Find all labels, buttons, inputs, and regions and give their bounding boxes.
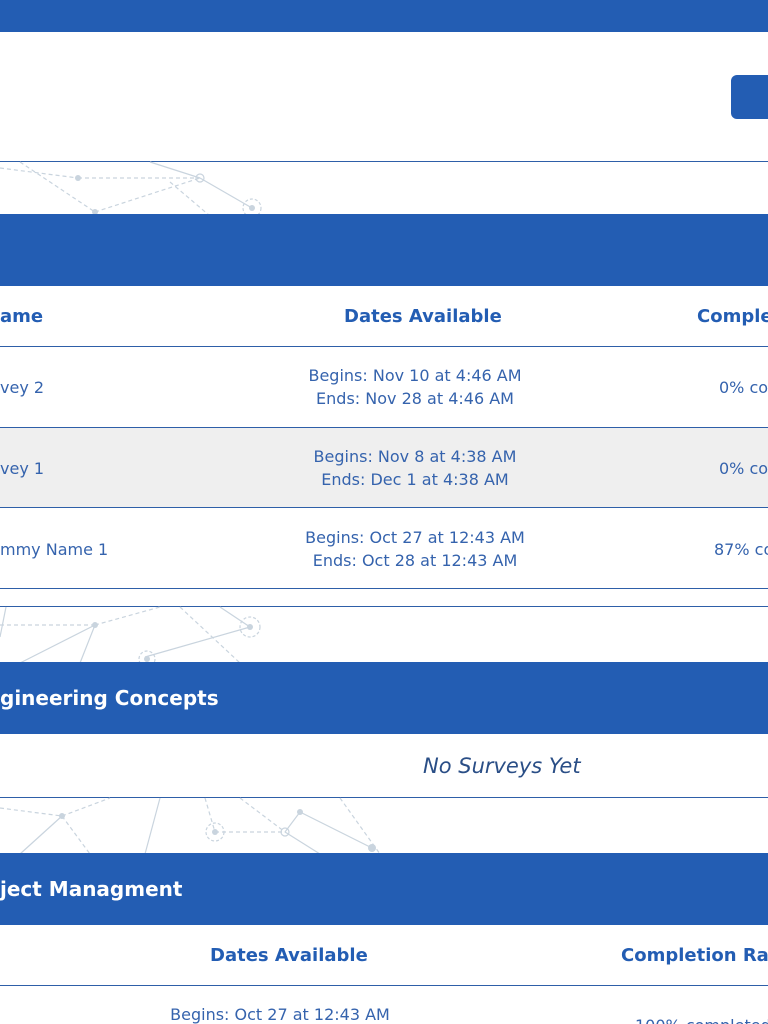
completion-rate: 0% co xyxy=(719,459,768,478)
dates-available: Begins: Oct 27 at 12:43 AM xyxy=(155,1003,405,1024)
completion-rate: 87% co xyxy=(714,540,768,559)
ends-date: Ends: Nov 28 at 4:46 AM xyxy=(316,389,514,408)
table-header-row: ame Dates Available Comple xyxy=(0,286,768,346)
section-title: gineering Concepts xyxy=(0,686,219,710)
network-decoration xyxy=(0,797,381,855)
column-header-dates[interactable]: Dates Available xyxy=(210,945,368,966)
empty-state-row: No Surveys Yet xyxy=(0,734,768,797)
completion-rate: 100% completed xyxy=(635,1016,768,1024)
dates-available: Begins: Oct 27 at 12:43 AM Ends: Oct 28 … xyxy=(290,526,540,572)
section-header-3: ject Managment xyxy=(0,853,768,925)
section-title: ject Managment xyxy=(0,877,183,901)
table-header-row: Dates Available Completion Rat xyxy=(0,925,768,985)
completion-rate: 0% co xyxy=(719,378,768,397)
survey-name[interactable]: mmy Name 1 xyxy=(0,540,108,559)
survey-name[interactable]: vey 2 xyxy=(0,378,44,397)
top-nav-bar xyxy=(0,0,768,32)
begins-date: Begins: Oct 27 at 12:43 AM xyxy=(170,1005,390,1024)
column-header-completion[interactable]: Completion Rat xyxy=(621,945,768,966)
dates-available: Begins: Nov 8 at 4:38 AM Ends: Dec 1 at … xyxy=(290,445,540,491)
ends-date: Ends: Dec 1 at 4:38 AM xyxy=(321,470,509,489)
begins-date: Begins: Oct 27 at 12:43 AM xyxy=(305,528,525,547)
section-header-1 xyxy=(0,214,768,286)
survey-name[interactable]: vey 1 xyxy=(0,459,44,478)
empty-state-message: No Surveys Yet xyxy=(423,754,581,778)
table-row[interactable]: mmy Name 1 Begins: Oct 27 at 12:43 AM En… xyxy=(0,508,768,588)
column-header-completion[interactable]: Comple xyxy=(697,306,768,327)
table-row[interactable]: vey 2 Begins: Nov 10 at 4:46 AM Ends: No… xyxy=(0,347,768,427)
create-survey-button[interactable] xyxy=(731,75,768,119)
network-decoration xyxy=(0,606,261,668)
row-divider xyxy=(0,588,768,589)
table-row[interactable]: vey 1 Begins: Nov 8 at 4:38 AM Ends: Dec… xyxy=(0,428,768,507)
column-header-name[interactable]: ame xyxy=(0,306,43,327)
begins-date: Begins: Nov 8 at 4:38 AM xyxy=(313,447,517,466)
begins-date: Begins: Nov 10 at 4:46 AM xyxy=(308,366,522,385)
section-header-2: gineering Concepts xyxy=(0,662,768,734)
ends-date: Ends: Oct 28 at 12:43 AM xyxy=(312,551,518,570)
dates-available: Begins: Nov 10 at 4:46 AM Ends: Nov 28 a… xyxy=(290,364,540,410)
network-decoration xyxy=(0,161,262,218)
table-row[interactable]: Begins: Oct 27 at 12:43 AM 100% complete… xyxy=(0,986,768,1024)
column-header-dates[interactable]: Dates Available xyxy=(344,306,502,327)
survey-dashboard-page: ame Dates Available Comple vey 2 Begins:… xyxy=(0,0,768,1024)
